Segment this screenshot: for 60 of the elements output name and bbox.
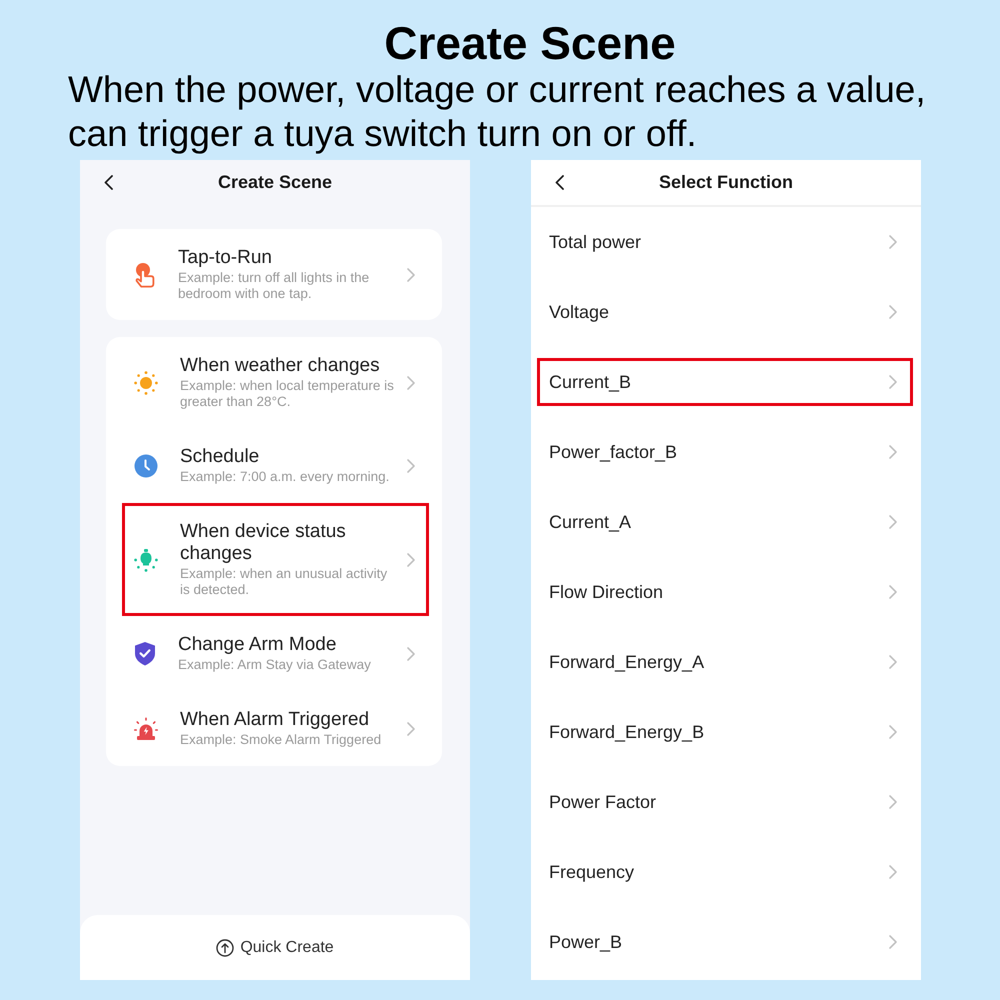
function-option[interactable]: Current_B xyxy=(537,358,913,406)
chevron-right-icon xyxy=(407,552,415,566)
function-option[interactable]: Frequency xyxy=(537,848,913,896)
screen-title: Create Scene xyxy=(218,172,332,193)
chevron-right-icon xyxy=(407,268,415,282)
option-description: Example: Arm Stay via Gateway xyxy=(178,657,372,673)
sun-icon xyxy=(134,370,158,394)
function-option[interactable]: Forward_Energy_A xyxy=(537,638,913,686)
screen-title: Select Function xyxy=(658,172,793,193)
hand-tap-icon xyxy=(134,262,156,288)
banner-title: Create Scene xyxy=(383,18,677,68)
chevron-right-icon xyxy=(889,445,897,459)
chevron-right-icon xyxy=(407,458,415,472)
option-description: Example: when local temperature is greater than 28°C. xyxy=(180,378,395,410)
scene-option[interactable]: Change Arm Mode Example: Arm Stay via Gateway xyxy=(122,616,429,691)
siren-icon xyxy=(134,716,158,740)
scene-option[interactable]: Schedule Example: 7:00 a.m. every morning. xyxy=(122,428,429,503)
chevron-right-icon xyxy=(889,235,897,249)
option-title: When device status changes xyxy=(180,521,347,565)
option-title: When Alarm Triggered xyxy=(180,709,370,731)
chevron-right-icon xyxy=(407,376,415,390)
shield-check-icon xyxy=(134,641,156,666)
option-description: Example: when an unusual activity is detected. xyxy=(180,566,388,598)
chevron-right-icon xyxy=(407,722,415,736)
function-option[interactable]: Voltage xyxy=(537,288,913,336)
function-option[interactable]: Total power xyxy=(537,218,913,266)
light-bulb-icon xyxy=(134,548,158,572)
option-title: Tap-to-Run xyxy=(178,247,273,269)
chevron-right-icon xyxy=(889,655,897,669)
option-title: Schedule xyxy=(180,446,260,468)
chevron-right-icon xyxy=(889,305,897,319)
chevron-right-icon xyxy=(889,375,897,389)
back-icon[interactable] xyxy=(104,175,113,190)
clock-icon xyxy=(134,454,158,478)
arrow-up-circle-icon xyxy=(216,938,234,956)
function-option[interactable]: Forward_Energy_B xyxy=(537,708,913,756)
function-option[interactable]: Power Factor xyxy=(537,778,913,826)
chevron-right-icon xyxy=(889,865,897,879)
option-title: Change Arm Mode xyxy=(178,634,338,656)
banner-description: When the power, voltage or current reaches a value, can trigger a tuya switch turn on or off. xyxy=(67,68,927,156)
option-title: When weather changes xyxy=(180,355,381,377)
chevron-right-icon xyxy=(889,585,897,599)
function-option[interactable]: Power_B xyxy=(537,918,913,966)
chevron-right-icon xyxy=(407,646,415,660)
option-description: Example: Smoke Alarm Triggered xyxy=(180,732,382,748)
function-option[interactable]: Flow Direction xyxy=(537,568,913,616)
option-description: Example: turn off all lights in the bedroom with one tap. xyxy=(178,270,370,302)
chevron-right-icon xyxy=(889,725,897,739)
function-option[interactable]: Current_A xyxy=(537,498,913,546)
chevron-right-icon xyxy=(889,515,897,529)
scene-option[interactable]: When Alarm Triggered Example: Smoke Alarm Triggered xyxy=(122,691,429,766)
scene-option[interactable]: When weather changes Example: when local temperature is greater than 28°C. xyxy=(122,337,429,428)
function-option[interactable]: Power_factor_B xyxy=(537,428,913,476)
scene-option[interactable]: When device status changes Example: when an unusual activity is detected. xyxy=(122,503,429,616)
quick-create-button[interactable]: Quick Create xyxy=(216,938,334,956)
chevron-right-icon xyxy=(889,935,897,949)
chevron-right-icon xyxy=(889,795,897,809)
scene-option[interactable]: Tap-to-Run Example: turn off all lights in the bedroom with one tap. xyxy=(122,229,429,320)
back-icon[interactable] xyxy=(555,175,564,190)
option-description: Example: 7:00 a.m. every morning. xyxy=(180,469,390,485)
